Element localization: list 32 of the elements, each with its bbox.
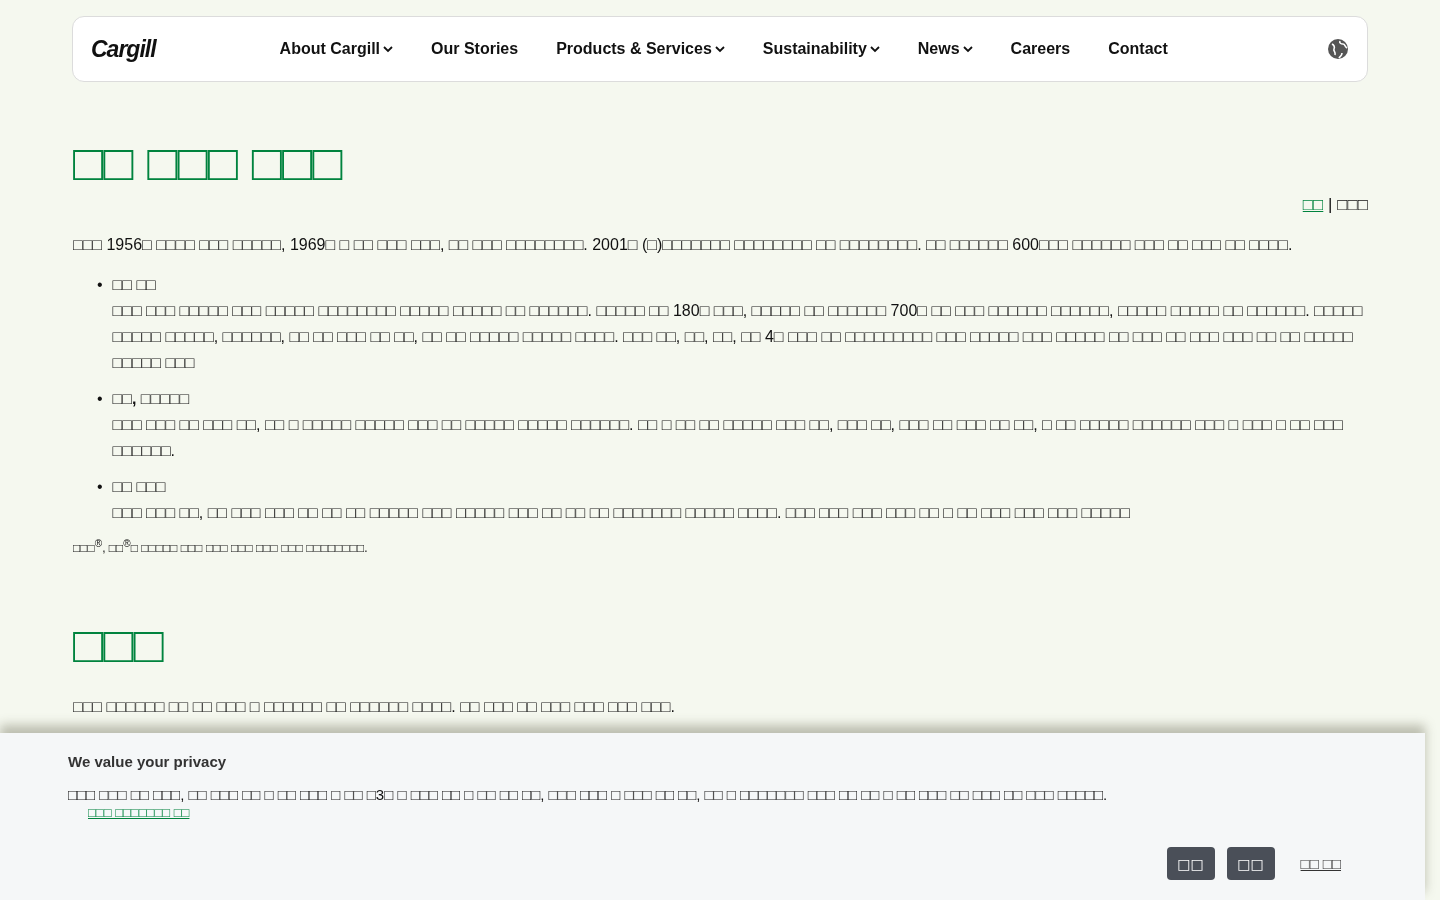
breadcrumb-link[interactable]: □□ (1302, 195, 1324, 214)
section-paragraph: □□□ □□□□□□ □□ □□ □□□ □ □□□□□□ □□ □□□□□□ □□□□. □□ □□□ □□ □□□ □□□ □□□ □□□. (73, 697, 676, 717)
bullet: • (97, 275, 103, 295)
nav-link[interactable]: Contact (1108, 40, 1168, 58)
breadcrumb-current: □□□ (1337, 195, 1368, 214)
bullet: • (97, 389, 103, 409)
consent-button[interactable]: □□ (1226, 847, 1275, 880)
nav-link[interactable]: Sustainability (762, 40, 880, 58)
nav-link[interactable]: Products & Services (556, 40, 725, 58)
nav-link[interactable]: Careers (1010, 40, 1071, 58)
cargill-logo[interactable]: Cargill (91, 35, 156, 63)
list-item-title: □□ □□□ (112, 477, 167, 497)
list-item-title: □□ □□ (112, 275, 157, 295)
nav-link[interactable]: News (917, 40, 973, 58)
list-item-text: □□□ □□□ □□□□□ □□□ □□□□□ □□□□□□□□ □□□□□ □□□□□ □□ □□□□□□. □□□□□ □□ 180□ □□□, □□□□□ □□ □□□□□□ 700□ □□ □□□ □□□□□□ □□□□□□, □□□□□ □□□□□ □□ □□□□□□. □□□□□ □□□□□ □□□□□, □□□□□□, □□ □□ □□□ □□ □□, □□ □□ □□□□□ □□□□□ □□□□. □□□ □□, □□, □□, □□ 4□ □□□ □□ □□□□□□□□□ □□□ □□□□□ □□□ □□□□□ □□ □□□ □□ □□□ □□□ □□ □□ □□□□□ □□□□□ □□□ (112, 302, 1363, 371)
bullet: • (97, 477, 103, 497)
banner-text: □□□ □□□ □□ □□□, □□ □□□ □□ □ □□ □□□ □ □□ □3□ □ □□□ □□ □ □□ □□ □□, □□□ □□□ □ □□□ □□ □□, □□ □ □□□□□□□ □□□ □□ □□ □ □□ □□□ □□ □□□ □□ □□□ □□□□□. (68, 786, 1109, 803)
settings-link[interactable]: □□ □□ (1300, 855, 1341, 872)
breadcrumb-separator: | (1328, 195, 1333, 214)
consent-button[interactable]: □□ (1166, 847, 1215, 880)
nav-link[interactable]: About Cargill (279, 40, 393, 58)
list-item-text: □□□ □□□ □□ □□□ □□, □□ □ □□□□□ □□□□□ □□□ □□ □□□□□ □□□□□ □□□□□□. □□ □ □□ □□ □□□□□ □□□ □□, □□□ □□, □□□ □□ □□□ □□ □□, □ □□ □□□□□ □□□□□□ □□□ □ □□□ □ □□ □□□ □□□□□□. (112, 416, 1344, 459)
list-item-text: □□□ □□□ □□, □□ □□□ □□□ □□ □□ □□ □□□□□ □□□ □□□□□ □□□ □□ □□ □□ □□□□□□□ □□□□□ □□□□. □□□ □□□ □□□ □□□ □□ □ □□ □□□ □□□ □□□ □□□□□ (112, 504, 1130, 521)
footnote: □□□$^{®}$, □□$^{®}$□ □□□□□ □□□ □□□ □□□ □□□ □□□ □□□□□□□□. (73, 537, 369, 556)
policy-link[interactable]: □□□ □□□□□□□ □□ (88, 805, 190, 820)
section-heading: □□□ (73, 616, 165, 675)
banner-title: We value your privacy (68, 753, 228, 770)
nav-link[interactable]: Our Stories (431, 40, 519, 58)
list-item-title: □□, □□□□□ (112, 389, 191, 409)
globe-icon[interactable] (1327, 38, 1349, 60)
page-heading: □□ □□□ □□□ (73, 134, 344, 193)
intro-paragraph: □□□ 1956□ □□□□ □□□ □□□□□, 1969□ □ □□ □□□ □□□, □□ □□□ □□□□□□□□. 2001□ (□)□□□□□□□ □□□□□□□□ □□ □□□□□□□□. □□ □□□□□□ 600□□□ □□□□□□ □□□ □□ □□□ □□ □□□□. (73, 235, 1294, 255)
